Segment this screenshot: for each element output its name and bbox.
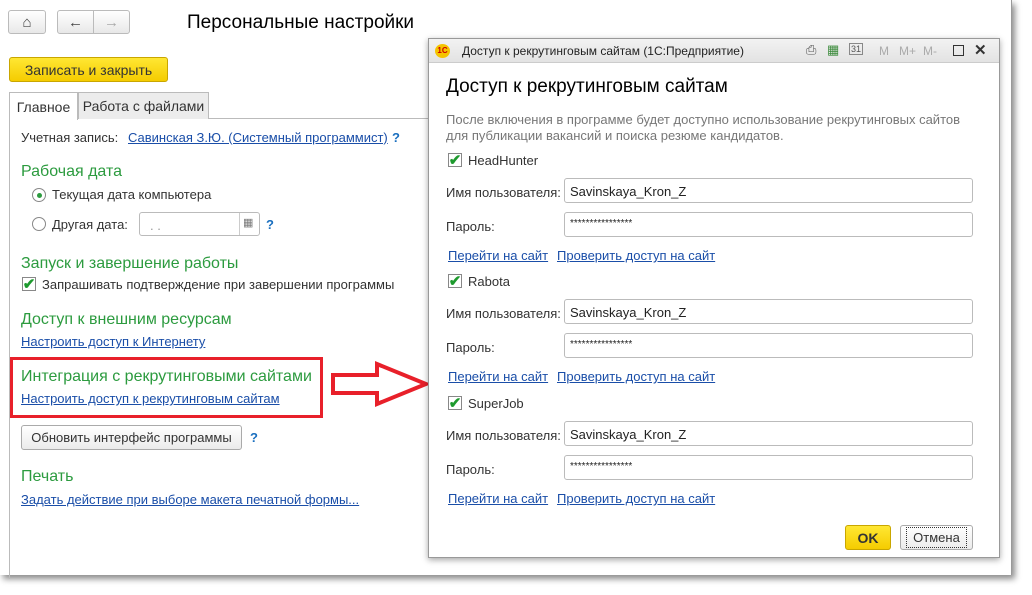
tab-files[interactable]: Работа с файлами bbox=[78, 92, 209, 119]
password-input[interactable]: **************** bbox=[564, 455, 973, 480]
calculator-icon[interactable]: ▦ bbox=[827, 42, 839, 58]
cancel-button[interactable]: Отмена bbox=[900, 525, 973, 550]
tab-border bbox=[9, 119, 10, 579]
check-icon: ✔ bbox=[448, 394, 462, 412]
dialog-titlebar: 1С Доступ к рекрутинговым сайтам (1С:Пре… bbox=[429, 39, 999, 63]
site-name: SuperJob bbox=[468, 396, 524, 411]
page-title: Персональные настройки bbox=[187, 12, 415, 33]
recruit-access-link[interactable]: Настроить доступ к рекрутинговым сайтам bbox=[21, 391, 280, 406]
password-label: Пароль: bbox=[446, 219, 495, 234]
other-date-input[interactable]: . . bbox=[139, 212, 260, 236]
site-checkbox[interactable]: ✔ bbox=[448, 151, 462, 169]
check-icon: ✔ bbox=[22, 275, 36, 293]
forward-button[interactable]: → bbox=[93, 10, 130, 34]
maximize-icon[interactable] bbox=[953, 45, 964, 56]
calendar-icon[interactable]: ▦ bbox=[243, 216, 253, 229]
memory-button[interactable]: M bbox=[879, 44, 889, 58]
site-name: Rabota bbox=[468, 274, 510, 289]
tab-divider bbox=[209, 118, 429, 119]
user-label: Имя пользователя: bbox=[446, 306, 561, 321]
section-startup: Запуск и завершение работы bbox=[21, 255, 239, 272]
calendar-icon[interactable]: 31 bbox=[849, 43, 864, 55]
goto-site-link[interactable]: Перейти на сайт bbox=[448, 491, 548, 506]
username-input[interactable]: Savinskaya_Kron_Z bbox=[564, 178, 973, 203]
tab-main[interactable]: Главное bbox=[9, 92, 78, 120]
print-action-link[interactable]: Задать действие при выборе макета печатн… bbox=[21, 492, 359, 507]
internet-access-link[interactable]: Настроить доступ к Интернету bbox=[21, 334, 205, 349]
dialog-heading: Доступ к рекрутинговым сайтам bbox=[446, 76, 728, 97]
memory-minus-button[interactable]: M- bbox=[923, 44, 937, 58]
section-recruit: Интеграция с рекрутинговыми сайтами bbox=[21, 368, 312, 385]
1c-logo-icon: 1С bbox=[435, 44, 450, 58]
back-button[interactable]: ← bbox=[57, 10, 94, 34]
password-input[interactable]: **************** bbox=[564, 212, 973, 237]
radio-other-date[interactable] bbox=[32, 217, 46, 231]
radio-current-date-label: Текущая дата компьютера bbox=[52, 187, 212, 202]
check-access-link[interactable]: Проверить доступ на сайт bbox=[557, 369, 715, 384]
print-icon[interactable]: ⎙ bbox=[806, 42, 816, 58]
username-input[interactable]: Savinskaya_Kron_Z bbox=[564, 299, 973, 324]
site-name: HeadHunter bbox=[468, 153, 539, 168]
account-label: Учетная запись: bbox=[21, 130, 119, 145]
goto-site-link[interactable]: Перейти на сайт bbox=[448, 369, 548, 384]
memory-plus-button[interactable]: M+ bbox=[899, 44, 916, 58]
home-icon: ⌂ bbox=[22, 13, 32, 31]
close-icon[interactable]: ✕ bbox=[974, 41, 987, 59]
highlight-box bbox=[10, 357, 323, 418]
refresh-interface-button[interactable]: Обновить интерфейс программы bbox=[21, 425, 242, 450]
dialog-description: После включения в программе будет доступ… bbox=[446, 112, 961, 143]
password-label: Пароль: bbox=[446, 462, 495, 477]
save-close-button[interactable]: Записать и закрыть bbox=[9, 57, 168, 82]
help-icon[interactable]: ? bbox=[392, 130, 400, 145]
site-checkbox[interactable]: ✔ bbox=[448, 272, 462, 290]
confirm-exit-checkbox[interactable]: ✔ bbox=[22, 275, 36, 293]
password-input[interactable]: **************** bbox=[564, 333, 973, 358]
arrow-left-icon: ← bbox=[68, 13, 83, 31]
section-external: Доступ к внешним ресурсам bbox=[21, 311, 232, 328]
account-link[interactable]: Савинская З.Ю. (Системный программист) bbox=[128, 130, 388, 145]
user-label: Имя пользователя: bbox=[446, 428, 561, 443]
home-button[interactable]: ⌂ bbox=[8, 10, 46, 34]
help-icon[interactable]: ? bbox=[250, 430, 258, 445]
dialog-window-title: Доступ к рекрутинговым сайтам (1С:Предпр… bbox=[462, 44, 744, 58]
user-label: Имя пользователя: bbox=[446, 185, 561, 200]
section-print: Печать bbox=[21, 468, 74, 485]
confirm-exit-label: Запрашивать подтверждение при завершении… bbox=[42, 277, 395, 292]
password-label: Пароль: bbox=[446, 340, 495, 355]
help-icon[interactable]: ? bbox=[266, 217, 274, 232]
goto-site-link[interactable]: Перейти на сайт bbox=[448, 248, 548, 263]
username-input[interactable]: Savinskaya_Kron_Z bbox=[564, 421, 973, 446]
check-access-link[interactable]: Проверить доступ на сайт bbox=[557, 248, 715, 263]
red-arrow-icon bbox=[331, 361, 430, 407]
check-icon: ✔ bbox=[448, 272, 462, 290]
check-icon: ✔ bbox=[448, 151, 462, 169]
check-access-link[interactable]: Проверить доступ на сайт bbox=[557, 491, 715, 506]
section-work-date: Рабочая дата bbox=[21, 163, 123, 180]
ok-button[interactable]: OK bbox=[845, 525, 891, 550]
site-checkbox[interactable]: ✔ bbox=[448, 394, 462, 412]
radio-current-date[interactable] bbox=[32, 188, 46, 202]
radio-other-date-label: Другая дата: bbox=[52, 217, 128, 232]
arrow-right-icon: → bbox=[104, 13, 119, 31]
recruit-dialog: 1С Доступ к рекрутинговым сайтам (1С:Пре… bbox=[428, 38, 1000, 558]
